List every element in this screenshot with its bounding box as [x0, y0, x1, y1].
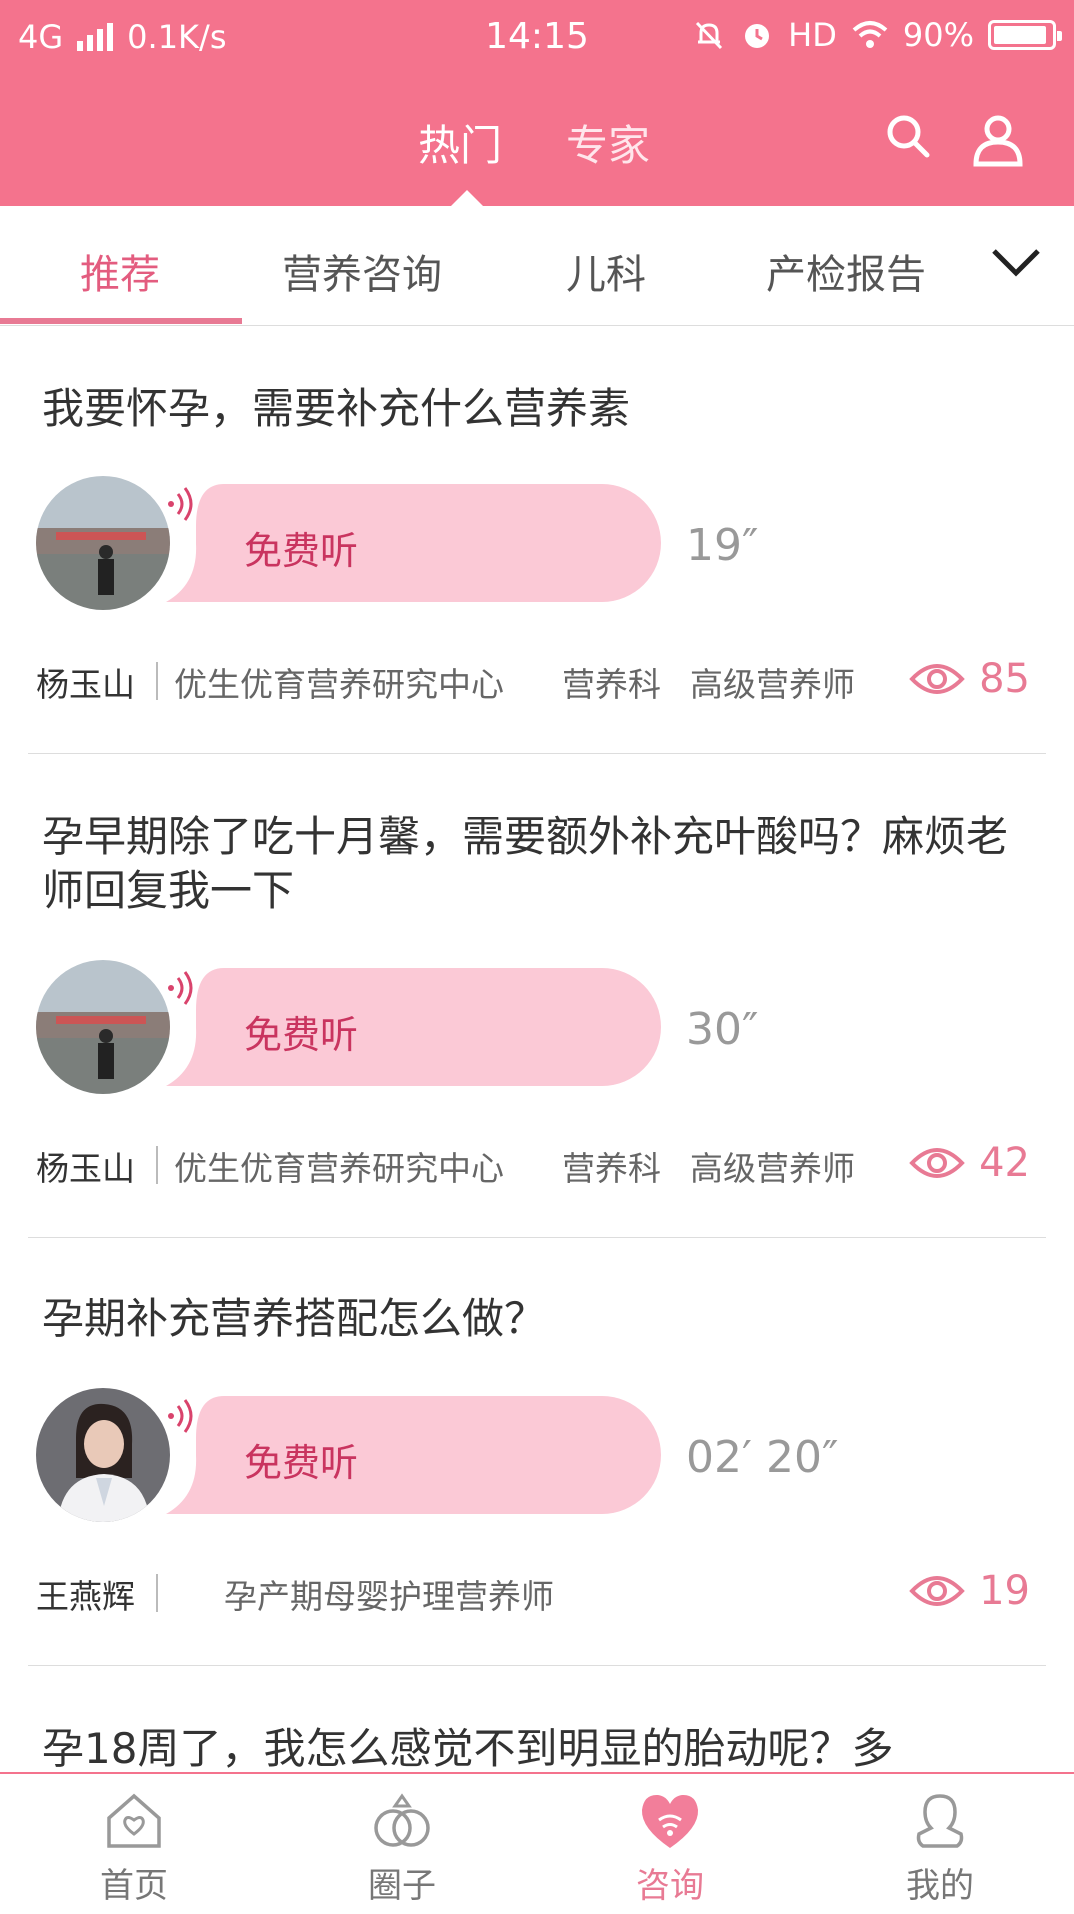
meta-divider — [156, 662, 158, 700]
sound-wave-icon — [168, 971, 193, 1005]
expert-name[interactable]: 王燕辉 — [36, 1570, 135, 1618]
status-bar: 4G 0.1K/s 14:15 HD 90% — [0, 0, 1074, 76]
nav-consult[interactable]: 咨询 — [536, 1774, 804, 1914]
category-prenatal-report[interactable]: 产检报告 — [766, 242, 926, 300]
expert-avatar[interactable] — [36, 1388, 170, 1522]
item-divider — [28, 1237, 1046, 1238]
question-title[interactable]: 孕早期除了吃十月馨，需要额外补充叶酸吗？麻烦老师回复我一下 — [42, 810, 1022, 918]
rings-icon — [374, 1793, 430, 1847]
category-recommend[interactable]: 推荐 — [80, 242, 160, 300]
expert-title: 高级营养师 — [690, 1149, 855, 1188]
expert-department: 营养科 — [562, 665, 661, 704]
wifi-icon — [852, 21, 888, 48]
view-count-value: 85 — [979, 656, 1030, 702]
active-tab-indicator — [451, 190, 483, 206]
chevron-down-icon[interactable] — [990, 245, 1042, 279]
audio-duration: 02′ 20″ — [686, 1432, 839, 1483]
expert-meta: 杨玉山 优生优育营养研究中心 营养科 高级营养师 — [36, 1142, 1036, 1192]
free-listen-button[interactable]: 免费听 — [166, 484, 662, 602]
bottom-nav: 首页 圈子 咨询 我的 — [0, 1772, 1074, 1914]
tab-hot[interactable]: 热门 — [418, 112, 502, 173]
category-nutrition[interactable]: 营养咨询 — [282, 242, 442, 300]
eye-icon — [909, 1148, 965, 1178]
question-title[interactable]: 孕期补充营养搭配怎么做？ — [42, 1292, 1022, 1346]
expert-institution: 优生优育营养研究中心 — [174, 1149, 504, 1188]
nav-circle-label: 圈子 — [368, 1866, 436, 1906]
item-divider — [28, 753, 1046, 754]
tab-experts[interactable]: 专家 — [566, 112, 650, 173]
search-icon[interactable] — [884, 112, 932, 160]
view-count: 85 — [909, 656, 1030, 702]
category-tabs: 推荐 营养咨询 儿科 产检报告 — [0, 206, 1074, 326]
profile-icon[interactable] — [970, 112, 1026, 168]
view-count: 19 — [909, 1568, 1030, 1614]
nav-mine[interactable]: 我的 — [806, 1774, 1074, 1914]
meta-divider — [156, 1146, 158, 1184]
nav-consult-label: 咨询 — [636, 1866, 704, 1906]
free-listen-button[interactable]: 免费听 — [166, 968, 662, 1086]
expert-meta: 王燕辉 孕产期母婴护理营养师 — [36, 1570, 1036, 1620]
free-listen-label: 免费听 — [244, 1013, 359, 1057]
eye-icon — [909, 1576, 965, 1606]
expert-institution: 优生优育营养研究中心 — [174, 665, 504, 704]
expert-name[interactable]: 杨玉山 — [36, 658, 135, 706]
mute-bell-icon — [696, 21, 723, 50]
audio-duration: 19″ — [686, 520, 759, 571]
free-listen-button[interactable]: 免费听 — [166, 1396, 662, 1514]
meta-divider — [156, 1574, 158, 1612]
eye-icon — [909, 664, 965, 694]
battery-percent: 90% — [902, 16, 974, 54]
sound-wave-icon — [168, 1399, 193, 1433]
view-count-value: 19 — [979, 1568, 1030, 1614]
expert-avatar[interactable] — [36, 476, 170, 610]
expert-title: 高级营养师 — [690, 665, 855, 704]
nav-home-label: 首页 — [100, 1866, 168, 1906]
category-pediatrics[interactable]: 儿科 — [566, 242, 646, 300]
nav-home[interactable]: 首页 — [0, 1774, 268, 1914]
nav-circle[interactable]: 圈子 — [268, 1774, 536, 1914]
view-count: 42 — [909, 1140, 1030, 1186]
user-icon — [916, 1794, 964, 1848]
battery-icon — [988, 20, 1062, 50]
expert-avatar[interactable] — [36, 960, 170, 1094]
category-active-underline — [0, 318, 242, 324]
question-title[interactable]: 孕18周了，我怎么感觉不到明显的胎动呢？多 — [42, 1722, 1022, 1776]
expert-meta: 杨玉山 优生优育营养研究中心 营养科 高级营养师 — [36, 658, 1036, 708]
view-count-value: 42 — [979, 1140, 1030, 1186]
sound-wave-icon — [168, 487, 193, 521]
hd-badge: HD — [788, 16, 837, 54]
nav-mine-label: 我的 — [906, 1866, 974, 1906]
expert-department: 营养科 — [562, 1149, 661, 1188]
expert-name[interactable]: 杨玉山 — [36, 1142, 135, 1190]
item-divider — [28, 1665, 1046, 1666]
question-title[interactable]: 我要怀孕，需要补充什么营养素 — [42, 382, 1022, 436]
alarm-icon — [745, 24, 770, 48]
app-header: 4G 0.1K/s 14:15 HD 90% 热门 专家 — [0, 0, 1074, 206]
free-listen-label: 免费听 — [244, 529, 359, 573]
audio-duration: 30″ — [686, 1004, 759, 1055]
consult-heart-icon — [641, 1794, 699, 1848]
home-icon — [107, 1793, 161, 1848]
expert-title: 孕产期母婴护理营养师 — [224, 1577, 554, 1616]
free-listen-label: 免费听 — [244, 1441, 359, 1485]
